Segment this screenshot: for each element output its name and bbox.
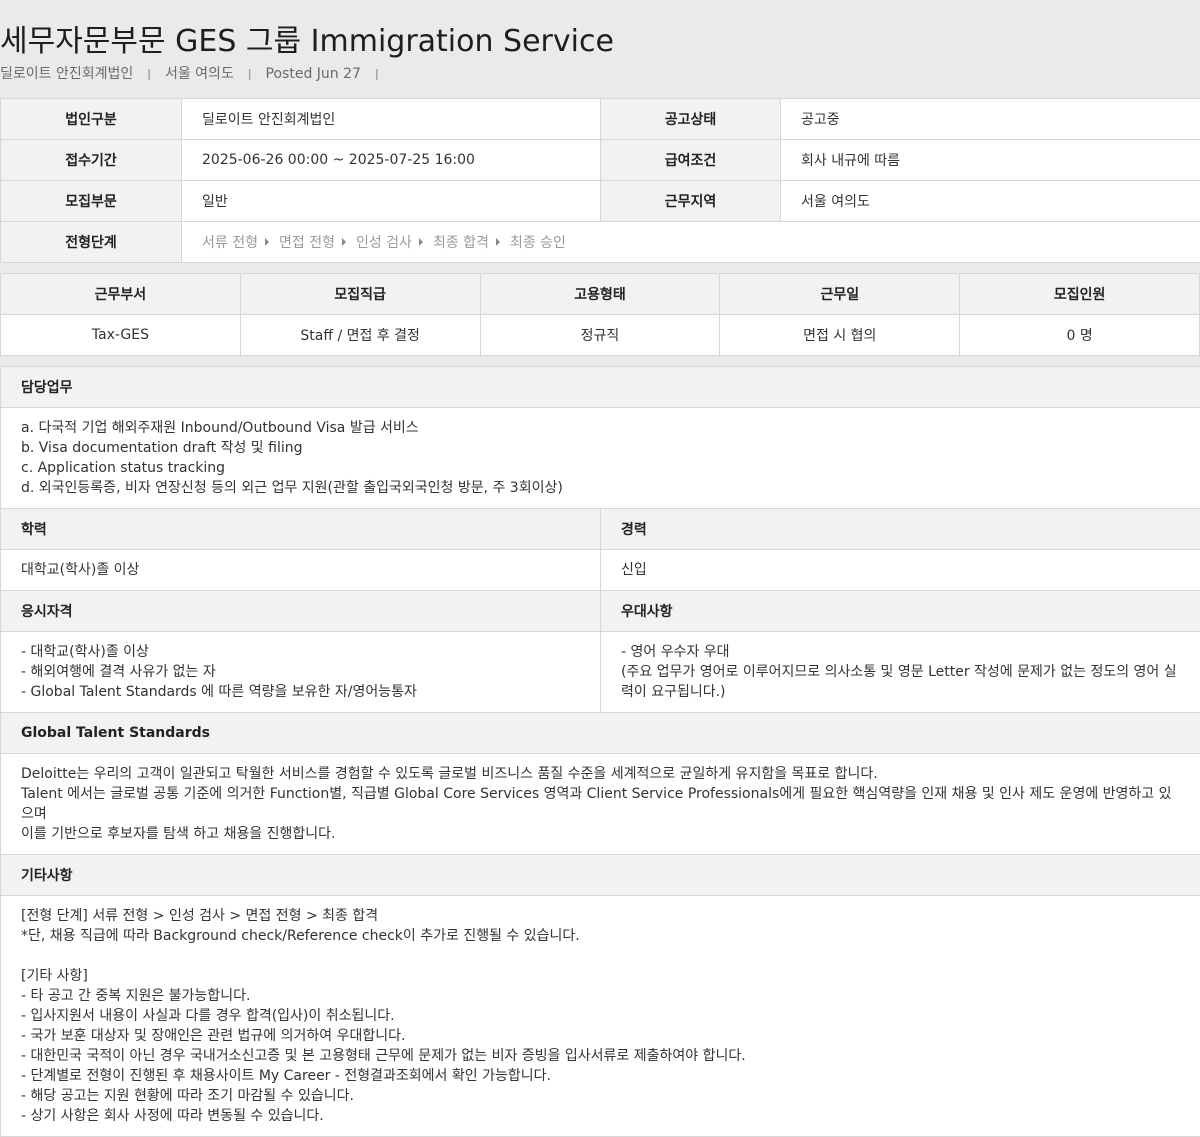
table-row: Tax-GES Staff / 면접 후 결정 정규직 면접 시 협의 0 명 [0,314,1200,356]
stage-item: 최종 합격 [432,235,489,251]
info-value: 2025-06-26 00:00 ~ 2025-07-25 16:00 [181,139,601,181]
qualification-line: - 해외여행에 결격 사유가 없는 자 [21,664,216,680]
company-name: 딜로이트 안진회계법인 [0,66,134,82]
stage-item: 인성 검사 [355,235,412,251]
section-gap [0,263,1200,273]
posted-date: Posted Jun 27 [265,66,361,82]
table-row: 모집부문 일반 근무지역 서울 여의도 [0,180,1200,222]
job-header: 세무자문부문 GES 그룹 Immigration Service 딜로이트 안… [0,0,1200,98]
info-value: 공고중 [780,98,1200,140]
info-value: 서울 여의도 [780,180,1200,222]
qualification-heading: 응시자격 [0,590,601,632]
preference-heading: 우대사항 [600,590,1200,632]
experience-heading: 경력 [600,508,1200,550]
gts-line: 이를 기반으로 후보자를 탐색 하고 채용을 진행합니다. [21,826,336,842]
table-row: 법인구분 딜로이트 안진회계법인 공고상태 공고중 [0,98,1200,140]
section-gap [0,356,1200,366]
experience-value: 신입 [600,549,1200,591]
position-table: 근무부서 모집직급 고용형태 근무일 모집인원 Tax-GES Staff / … [0,273,1200,356]
duty-line: b. Visa documentation draft 작성 및 filing [21,440,303,456]
meta-separator: | [374,67,379,80]
table-cell: 면접 시 협의 [719,314,961,356]
qualification-line: - Global Talent Standards 에 따른 역량을 보유한 자… [21,684,417,700]
etc-line: - 타 공고 간 중복 지원은 불가능합니다. [21,988,251,1004]
table-cell: Staff / 면접 후 결정 [239,314,481,356]
info-label: 전형단계 [0,221,182,263]
gts-line: Deloitte는 우리의 고객이 일관되고 탁월한 서비스를 경험할 수 있도… [21,766,878,782]
etc-line: [기타 사항] [21,968,88,984]
column-header: 모집직급 [239,273,481,315]
etc-line: - 국가 보훈 대상자 및 장애인은 관련 법규에 의거하여 우대합니다. [21,1028,406,1044]
page-title: 세무자문부문 GES 그룹 Immigration Service [0,24,614,59]
info-label: 접수기간 [0,139,182,181]
meta-separator: | [247,67,252,80]
table-cell: 정규직 [479,314,721,356]
stage-item: 서류 전형 [202,235,258,251]
etc-line: - 단계별로 전형이 진행된 후 채용사이트 My Career - 전형결과조… [21,1068,551,1084]
qualification-line: - 대학교(학사)졸 이상 [21,644,149,660]
etc-line [21,946,1180,966]
table-cell: Tax-GES [0,314,241,356]
duties-heading: 담당업무 [0,366,1200,408]
column-header: 근무일 [719,273,961,315]
column-header: 고용형태 [479,273,721,315]
etc-content: [전형 단계] 서류 전형 > 인성 검사 > 면접 전형 > 최종 합격 *단… [0,895,1200,1137]
info-value: 딜로이트 안진회계법인 [181,98,601,140]
table-header-row: 근무부서 모집직급 고용형태 근무일 모집인원 [0,273,1200,315]
info-label: 모집부문 [0,180,182,222]
chevron-right-icon [264,238,269,246]
etc-line: [전형 단계] 서류 전형 > 인성 검사 > 면접 전형 > 최종 합격 [21,908,379,924]
meta-separator: | [147,67,151,80]
education-value: 대학교(학사)졸 이상 [0,549,601,591]
duty-line: c. Application status tracking [21,460,226,476]
chevron-right-icon [495,238,500,246]
gts-heading: Global Talent Standards [0,712,1200,754]
etc-line: - 상기 사항은 회사 사정에 따라 변동될 수 있습니다. [21,1108,324,1124]
preference-line: - 영어 우수자 우대 [621,644,730,660]
table-cell: 0 명 [959,314,1200,356]
preference-content: - 영어 우수자 우대 (주요 업무가 영어로 이루어지므로 의사소통 및 영문… [600,631,1200,713]
detail-table: 담당업무 a. 다국적 기업 해외주재원 Inbound/Outbound Vi… [0,366,1200,1137]
chevron-right-icon [341,238,346,246]
duty-line: d. 외국인등록증, 비자 연장신청 등의 외근 업무 지원(관할 출입국외국인… [21,480,563,496]
chevron-right-icon [418,238,423,246]
etc-line: *단, 채용 직급에 따라 Background check/Reference… [21,928,580,944]
job-info-table: 법인구분 딜로이트 안진회계법인 공고상태 공고중 접수기간 2025-06-2… [0,98,1200,263]
table-row: 접수기간 2025-06-26 00:00 ~ 2025-07-25 16:00… [0,139,1200,181]
preference-line: (주요 업무가 영어로 이루어지므로 의사소통 및 영문 Letter 작성에 … [621,664,1177,700]
gts-content: Deloitte는 우리의 고객이 일관되고 탁월한 서비스를 경험할 수 있도… [0,753,1200,855]
job-meta: 딜로이트 안진회계법인 | 서울 여의도 | Posted Jun 27 | [0,64,1200,84]
etc-line: - 해당 공고는 지원 현황에 따라 조기 마감될 수 있습니다. [21,1088,354,1104]
info-label: 근무지역 [600,180,781,222]
info-label: 법인구분 [0,98,182,140]
column-header: 근무부서 [0,273,241,315]
education-heading: 학력 [0,508,601,550]
stage-item: 최종 승인 [509,235,566,251]
info-value: 일반 [181,180,601,222]
info-label: 공고상태 [600,98,781,140]
column-header: 모집인원 [959,273,1200,315]
etc-line: - 대한민국 국적이 아닌 경우 국내거소신고증 및 본 고용형태 근무에 문제… [21,1048,746,1064]
qualification-content: - 대학교(학사)졸 이상 - 해외여행에 결격 사유가 없는 자 - Glob… [0,631,601,713]
etc-heading: 기타사항 [0,854,1200,896]
duty-line: a. 다국적 기업 해외주재원 Inbound/Outbound Visa 발급… [21,420,419,436]
duties-content: a. 다국적 기업 해외주재원 Inbound/Outbound Visa 발급… [0,407,1200,509]
info-label: 급여조건 [600,139,781,181]
stage-item: 면접 전형 [278,235,335,251]
info-value: 회사 내규에 따름 [780,139,1200,181]
etc-line: - 입사지원서 내용이 사실과 다를 경우 합격(입사)이 취소됩니다. [21,1008,395,1024]
job-location: 서울 여의도 [164,66,234,82]
stage-list: 서류 전형 면접 전형 인성 검사 최종 합격 최종 승인 [181,221,1200,263]
gts-line: Talent 에서는 글로벌 공통 기준에 의거한 Function별, 직급별… [21,786,1172,822]
table-row: 전형단계 서류 전형 면접 전형 인성 검사 최종 합격 최종 승인 [0,221,1200,263]
